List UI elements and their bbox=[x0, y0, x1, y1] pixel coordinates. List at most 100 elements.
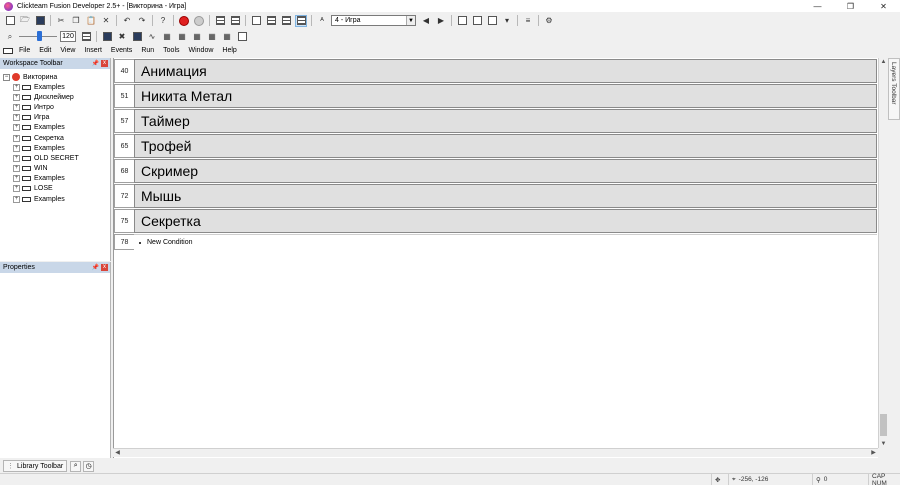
build-icon[interactable]: ⚙ bbox=[543, 15, 555, 27]
zoom-input[interactable]: 120 bbox=[60, 31, 76, 42]
scroll-up-icon[interactable]: ▲ bbox=[879, 58, 888, 66]
tree-item[interactable]: + WIN bbox=[13, 164, 79, 174]
event-group-row[interactable]: 75 Секретка bbox=[114, 209, 877, 233]
run-checker-5-icon[interactable]: ▦ bbox=[221, 31, 233, 43]
event-group-row[interactable]: 51 Никита Метал bbox=[114, 84, 877, 108]
zoom-slider-thumb[interactable] bbox=[37, 31, 42, 41]
expand-icon[interactable]: + bbox=[13, 114, 20, 122]
prev-frame-icon[interactable]: ◀ bbox=[420, 15, 432, 27]
scroll-left-icon[interactable]: ◀ bbox=[113, 449, 122, 458]
expand-icon[interactable]: + bbox=[13, 144, 20, 152]
group-header[interactable]: Анимация bbox=[134, 59, 877, 83]
menu-file[interactable]: File bbox=[19, 47, 30, 54]
event-group-row[interactable]: 65 Трофей bbox=[114, 134, 877, 158]
scroll-down-icon[interactable]: ▼ bbox=[879, 440, 888, 448]
open-folder-icon[interactable]: 🗁 bbox=[19, 15, 31, 27]
event-group-row[interactable]: 57 Таймер bbox=[114, 109, 877, 133]
close-icon[interactable]: x bbox=[101, 264, 108, 271]
menu-run[interactable]: Run bbox=[141, 47, 154, 54]
stop-disabled-icon[interactable] bbox=[193, 15, 205, 27]
tree-item[interactable]: + Examples bbox=[13, 143, 79, 153]
run-checker-3-icon[interactable]: ▦ bbox=[191, 31, 203, 43]
tree-item[interactable]: + LOSE bbox=[13, 184, 79, 194]
expand-icon[interactable]: + bbox=[13, 124, 20, 132]
menu-events[interactable]: Events bbox=[111, 47, 132, 54]
pin-icon[interactable]: 📌 bbox=[92, 264, 99, 271]
tree-item[interactable]: + Интро bbox=[13, 102, 79, 112]
expand-icon[interactable]: + bbox=[13, 83, 20, 91]
group-header[interactable]: Трофей bbox=[134, 134, 877, 158]
run-checker-2-icon[interactable]: ▦ bbox=[176, 31, 188, 43]
expand-icon[interactable]: + bbox=[13, 175, 20, 183]
cut-icon[interactable]: ✂ bbox=[55, 15, 67, 27]
event-group-row[interactable]: 72 Мышь bbox=[114, 184, 877, 208]
expand-icon[interactable]: + bbox=[13, 165, 20, 173]
frame-select[interactable]: 4 - Игра ▼ bbox=[331, 15, 416, 26]
new-file-icon[interactable] bbox=[4, 15, 16, 27]
magnifier-icon[interactable]: ⌕ bbox=[4, 31, 16, 43]
properties-icon[interactable] bbox=[80, 31, 92, 43]
group-header[interactable]: Секретка bbox=[134, 209, 877, 233]
new-condition[interactable]: New Condition bbox=[134, 234, 877, 250]
run-application-icon[interactable] bbox=[101, 31, 113, 43]
horizontal-scrollbar[interactable]: ◀ ▶ bbox=[113, 448, 878, 457]
event-group-row[interactable]: 40 Анимация bbox=[114, 59, 877, 83]
expand-icon[interactable]: + bbox=[13, 195, 20, 203]
dropdown-icon[interactable]: ▾ bbox=[501, 15, 513, 27]
event-editor-icon[interactable] bbox=[265, 15, 277, 27]
window-icon[interactable] bbox=[486, 15, 498, 27]
expand-icon[interactable]: + bbox=[13, 134, 20, 142]
event-list-icon[interactable] bbox=[229, 15, 241, 27]
menu-edit[interactable]: Edit bbox=[39, 47, 51, 54]
restore-button[interactable]: ❐ bbox=[834, 0, 867, 12]
text-tool-icon[interactable]: ᴬ bbox=[316, 15, 328, 27]
run-frame-icon[interactable]: ✖ bbox=[116, 31, 128, 43]
pin-icon[interactable]: 📌 bbox=[92, 60, 99, 67]
vertical-scrollbar[interactable]: ▲ ▼ bbox=[878, 58, 887, 448]
tree-item[interactable]: + Examples bbox=[13, 123, 79, 133]
paste-icon[interactable]: 📋 bbox=[85, 15, 97, 27]
redo-icon[interactable]: ↷ bbox=[136, 15, 148, 27]
layout-icon[interactable] bbox=[456, 15, 468, 27]
clock-icon[interactable]: ◷ bbox=[83, 460, 95, 472]
expand-icon[interactable]: + bbox=[13, 154, 20, 162]
run-checker-4-icon[interactable]: ▦ bbox=[206, 31, 218, 43]
close-button[interactable]: ✕ bbox=[867, 0, 900, 12]
scroll-right-icon[interactable]: ▶ bbox=[869, 449, 878, 458]
group-header[interactable]: Таймер bbox=[134, 109, 877, 133]
list-icon[interactable]: ≡ bbox=[522, 15, 534, 27]
tree-item[interactable]: + Examples bbox=[13, 174, 79, 184]
frame-menu-icon[interactable] bbox=[3, 47, 13, 54]
new-condition-row[interactable]: 78 New Condition bbox=[114, 234, 877, 250]
tree-root[interactable]: − Викторина bbox=[3, 72, 57, 82]
group-header[interactable]: Скример bbox=[134, 159, 877, 183]
tree-item[interactable]: + Игра bbox=[13, 113, 79, 123]
event-list-editor-icon[interactable] bbox=[280, 15, 292, 27]
tree-item[interactable]: + OLD SECRET bbox=[13, 153, 79, 163]
expand-icon[interactable]: + bbox=[13, 185, 20, 193]
debug-icon[interactable]: ∿ bbox=[146, 31, 158, 43]
frame-editor-icon[interactable] bbox=[250, 15, 262, 27]
tree-item[interactable]: + Дисклеймер bbox=[13, 92, 79, 102]
group-header[interactable]: Мышь bbox=[134, 184, 877, 208]
layers-toolbar-tab[interactable]: Layers Toolbar bbox=[888, 58, 900, 120]
monitor-icon[interactable] bbox=[236, 31, 248, 43]
layout-2-icon[interactable] bbox=[471, 15, 483, 27]
menu-window[interactable]: Window bbox=[189, 47, 214, 54]
save-icon[interactable] bbox=[34, 15, 46, 27]
menu-tools[interactable]: Tools bbox=[163, 47, 179, 54]
run-checker-icon[interactable]: ▦ bbox=[161, 31, 173, 43]
tree-item[interactable]: + Examples bbox=[13, 82, 79, 92]
menu-insert[interactable]: Insert bbox=[84, 47, 102, 54]
close-icon[interactable]: x bbox=[101, 60, 108, 67]
event-group-row[interactable]: 68 Скример bbox=[114, 159, 877, 183]
expand-icon[interactable]: + bbox=[13, 103, 20, 111]
library-toolbar-tab[interactable]: ⋮ Library Toolbar bbox=[3, 460, 68, 472]
search-icon[interactable]: ⌕ bbox=[70, 460, 82, 472]
minimize-button[interactable]: — bbox=[801, 0, 834, 12]
tree-item[interactable]: + Examples bbox=[13, 194, 79, 204]
storyboard-icon[interactable] bbox=[214, 15, 226, 27]
tree-item[interactable]: + Секретка bbox=[13, 133, 79, 143]
run-build-icon[interactable] bbox=[131, 31, 143, 43]
copy-icon[interactable]: ❐ bbox=[70, 15, 82, 27]
